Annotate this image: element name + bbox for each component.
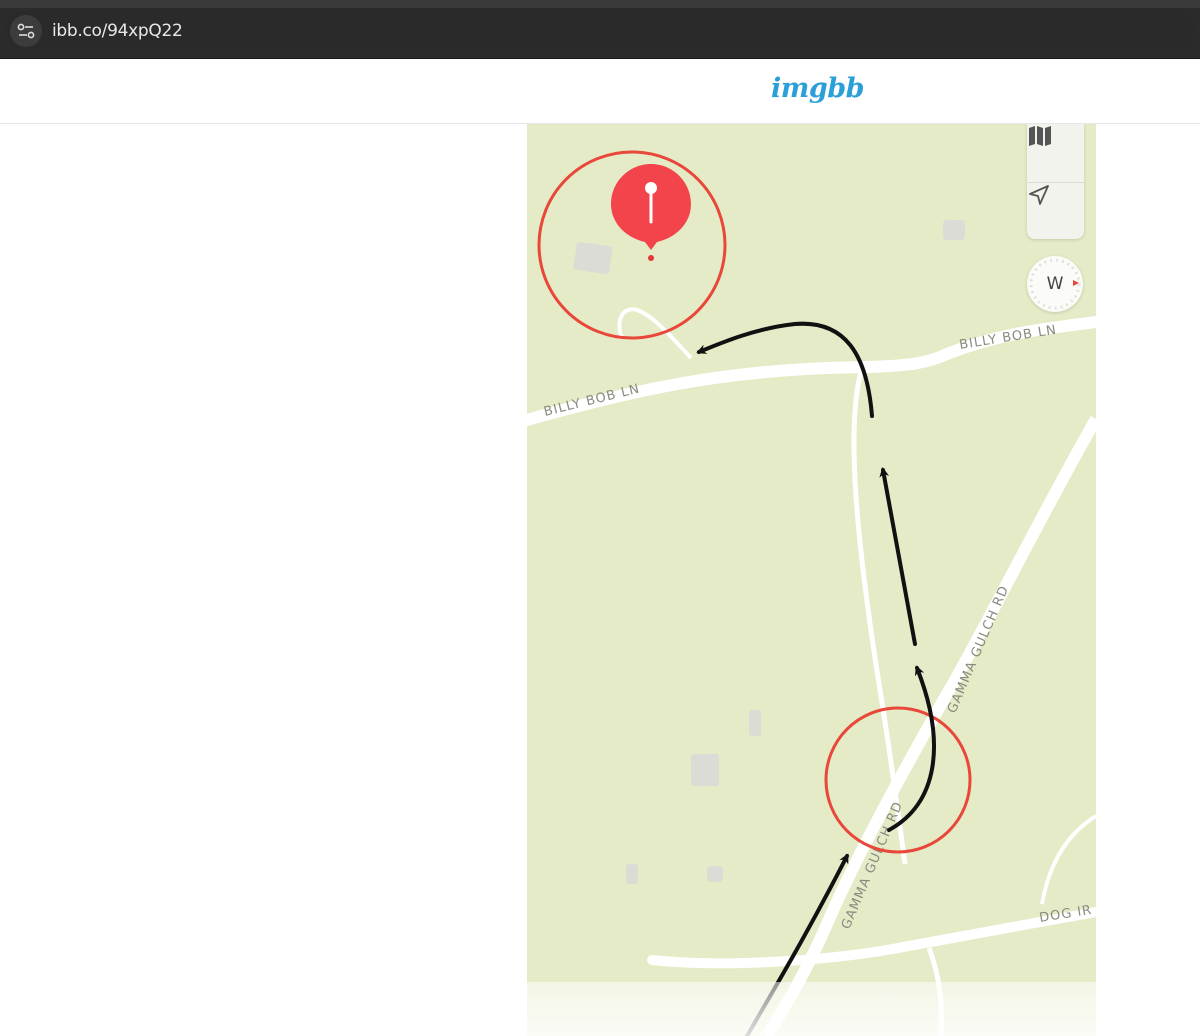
- url-text: ibb.co/94xpQ22: [52, 21, 183, 41]
- route-arrow: [879, 467, 917, 646]
- compass-letter: W: [1046, 274, 1064, 294]
- route-arrows: [696, 321, 936, 1036]
- navigate-arrow-icon[interactable]: [1027, 182, 1084, 240]
- building-block: [749, 710, 761, 736]
- url-field[interactable]: ibb.co/94xpQ22: [4, 11, 1196, 51]
- building-block: [943, 220, 965, 240]
- tune-icon[interactable]: [10, 15, 42, 47]
- site-header: imgbb: [0, 59, 1200, 124]
- location-pin-icon[interactable]: [611, 164, 691, 261]
- map-icon[interactable]: [1027, 124, 1084, 181]
- road-label-billy-bob-right: BILLY BOB LN: [958, 323, 1058, 353]
- side-track: [1040, 814, 1096, 905]
- building-block: [691, 754, 719, 786]
- road-label-billy-bob-left: BILLY BOB LN: [542, 381, 641, 419]
- building-block: [573, 242, 613, 274]
- map-image: BILLY BOB LN BILLY BOB LN GAMMA GULCH RD…: [527, 124, 1096, 1036]
- building-block: [707, 866, 723, 882]
- map-canvas: BILLY BOB LN BILLY BOB LN GAMMA GULCH RD…: [527, 150, 1096, 1036]
- browser-top-strip: [0, 0, 1200, 8]
- browser-address-bar: ibb.co/94xpQ22: [0, 8, 1200, 59]
- bottom-fade-overlay: [0, 982, 1200, 1036]
- building-block: [626, 864, 638, 884]
- dog-road: [647, 907, 1096, 969]
- compass-icon[interactable]: W: [1027, 256, 1083, 312]
- site-logo[interactable]: imgbb: [771, 73, 864, 104]
- map-controls: [1027, 124, 1084, 239]
- road-label-gamma-gulch-upper: GAMMA GULCH RD: [945, 583, 1012, 715]
